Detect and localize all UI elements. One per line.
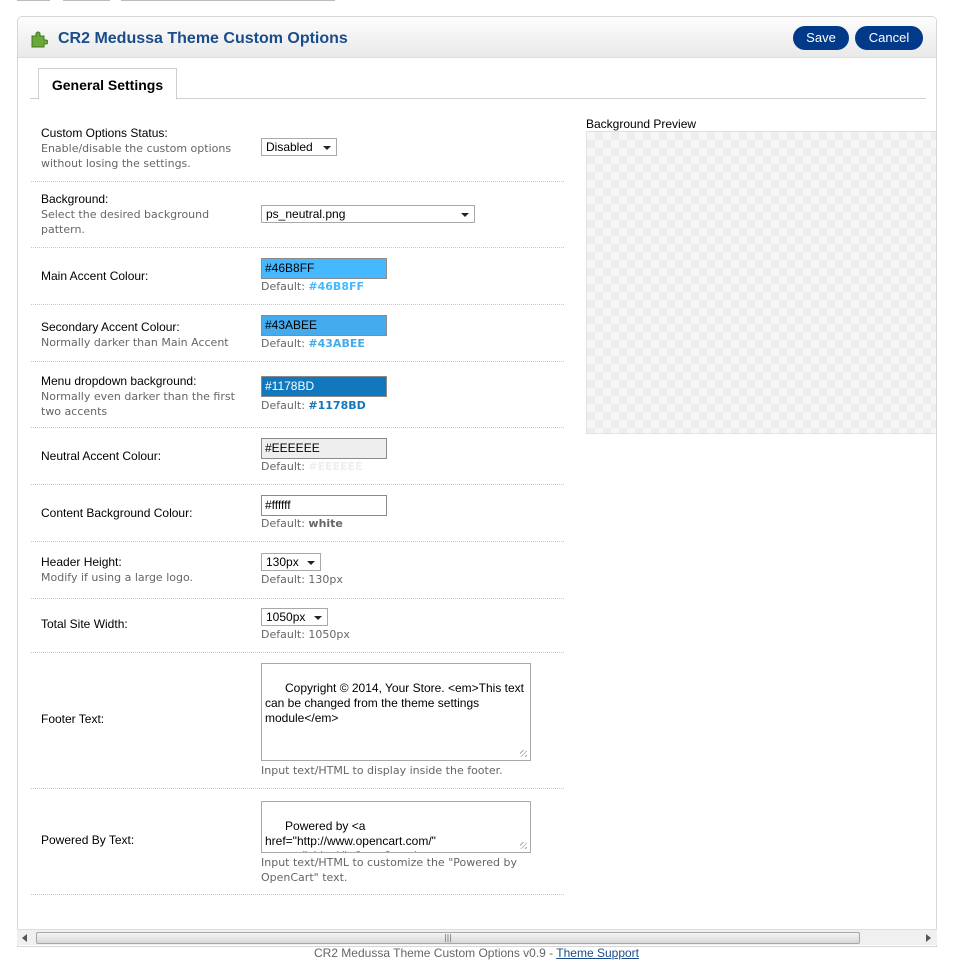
cancel-button[interactable]: Cancel (855, 26, 923, 50)
menu-dropdown-input[interactable]: #1178BD (261, 376, 387, 397)
panel-heading: CR2 Medussa Theme Custom Options Save Ca… (18, 17, 936, 58)
content-bg-label: Content Background Colour: (41, 506, 193, 520)
background-select[interactable]: ps_neutral.png (261, 205, 475, 223)
background-preview (586, 131, 936, 434)
background-help: Select the desired background pattern. (41, 208, 210, 236)
theme-support-link[interactable]: Theme Support (556, 946, 639, 960)
neutral-accent-default-value: #EEEEEE (308, 460, 363, 473)
footer-version: CR2 Medussa Theme Custom Options v0.9 - (313, 946, 557, 960)
page-footer: CR2 Medussa Theme Custom Options v0.9 - … (0, 946, 953, 960)
background-select-value: ps_neutral.png (266, 207, 346, 221)
setting-row-powered-by: Powered By Text: Powered by <a href="htt… (31, 788, 564, 895)
horizontal-scrollbar[interactable]: ||| (17, 929, 937, 945)
setting-row-status: Custom Options Status: Enable/disable th… (31, 115, 564, 182)
secondary-accent-input[interactable]: #43ABEE (261, 315, 387, 336)
powered-by-label: Powered By Text: (41, 833, 135, 847)
scrollbar-thumb[interactable]: ||| (36, 932, 860, 944)
default-prefix: Default: (261, 337, 305, 350)
secondary-accent-help: Normally darker than Main Accent (41, 336, 229, 349)
scroll-right-icon[interactable] (926, 934, 931, 942)
grip-icon: ||| (443, 933, 453, 942)
secondary-accent-default-value: #43ABEE (308, 337, 365, 350)
footer-text-textarea[interactable]: Copyright © 2014, Your Store. <em>This t… (261, 663, 531, 761)
chevron-down-icon (307, 561, 315, 565)
chevron-down-icon (314, 616, 322, 620)
secondary-accent-label: Secondary Accent Colour: (41, 320, 180, 334)
setting-row-footer-text: Footer Text: Copyright © 2014, Your Stor… (31, 652, 564, 789)
header-height-help: Modify if using a large logo. (41, 571, 193, 584)
setting-row-main-accent: Main Accent Colour: #46B8FF Default: #46… (31, 247, 564, 305)
content-bg-default-value: white (308, 517, 343, 530)
save-button[interactable]: Save (793, 26, 849, 50)
default-prefix: Default: (261, 460, 305, 473)
main-accent-default: Default: #46B8FF (261, 280, 364, 293)
menu-dropdown-label: Menu dropdown background: (41, 374, 197, 388)
neutral-accent-label: Neutral Accent Colour: (41, 449, 162, 463)
top-link-3[interactable] (121, 0, 335, 1)
top-link-2[interactable] (63, 0, 110, 1)
scroll-left-icon[interactable] (22, 934, 27, 942)
background-label: Background: (41, 192, 109, 206)
status-select[interactable]: Disabled (261, 138, 337, 156)
site-width-default: Default: 1050px (261, 628, 350, 641)
powered-by-value: Powered by <a href="http://www.opencart.… (265, 819, 436, 852)
default-prefix: Default: (261, 517, 305, 530)
status-help: Enable/disable the custom options withou… (41, 142, 232, 170)
setting-row-secondary-accent: Secondary Accent Colour: Normally darker… (31, 304, 564, 362)
main-accent-default-value: #46B8FF (308, 280, 364, 293)
chevron-down-icon (461, 213, 469, 217)
menu-dropdown-default: Default: #1178BD (261, 399, 366, 412)
footer-text-label: Footer Text: (41, 712, 105, 726)
header-height-label: Header Height: (41, 555, 122, 569)
footer-text-help: Input text/HTML to display inside the fo… (261, 764, 503, 777)
content-bg-input[interactable]: #ffffff (261, 495, 387, 516)
main-accent-label: Main Accent Colour: (41, 269, 149, 283)
menu-dropdown-default-value: #1178BD (308, 399, 366, 412)
resize-handle-icon[interactable] (520, 842, 527, 849)
setting-row-menu-dropdown: Menu dropdown background: Normally even … (31, 361, 564, 428)
powered-by-textarea[interactable]: Powered by <a href="http://www.opencart.… (261, 801, 531, 853)
preview-label: Background Preview (586, 117, 697, 131)
powered-by-help: Input text/HTML to customize the "Powere… (261, 856, 518, 884)
default-prefix: Default: (261, 399, 305, 412)
content-bg-default: Default: white (261, 517, 343, 530)
neutral-accent-input[interactable]: #EEEEEE (261, 438, 387, 459)
page-title: CR2 Medussa Theme Custom Options (58, 30, 348, 47)
options-panel: CR2 Medussa Theme Custom Options Save Ca… (17, 16, 937, 947)
header-height-default: Default: 130px (261, 573, 343, 586)
menu-dropdown-help: Normally even darker than the first two … (41, 390, 235, 418)
setting-row-neutral-accent: Neutral Accent Colour: #EEEEEE Default: … (31, 427, 564, 485)
secondary-accent-default: Default: #43ABEE (261, 337, 365, 350)
tab-general-settings[interactable]: General Settings (38, 68, 177, 100)
setting-row-site-width: Total Site Width: 1050px Default: 1050px (31, 598, 564, 653)
setting-row-header-height: Header Height: Modify if using a large l… (31, 541, 564, 599)
main-accent-input[interactable]: #46B8FF (261, 258, 387, 279)
site-width-label: Total Site Width: (41, 617, 128, 631)
resize-handle-icon[interactable] (520, 750, 527, 757)
top-link-1[interactable] (17, 0, 50, 1)
footer-text-value: Copyright © 2014, Your Store. <em>This t… (265, 681, 528, 725)
chevron-down-icon (323, 146, 331, 150)
site-width-select[interactable]: 1050px (261, 608, 328, 626)
setting-row-background: Background: Select the desired backgroun… (31, 181, 564, 248)
setting-row-content-bg: Content Background Colour: #ffffff Defau… (31, 484, 564, 542)
status-label: Custom Options Status: (41, 126, 168, 140)
header-height-select[interactable]: 130px (261, 553, 321, 571)
default-prefix: Default: (261, 280, 305, 293)
puzzle-piece-icon (31, 31, 48, 48)
neutral-accent-default: Default: #EEEEEE (261, 460, 363, 473)
site-width-select-value: 1050px (266, 610, 306, 624)
header-height-select-value: 130px (266, 555, 299, 569)
status-select-value: Disabled (266, 140, 313, 154)
